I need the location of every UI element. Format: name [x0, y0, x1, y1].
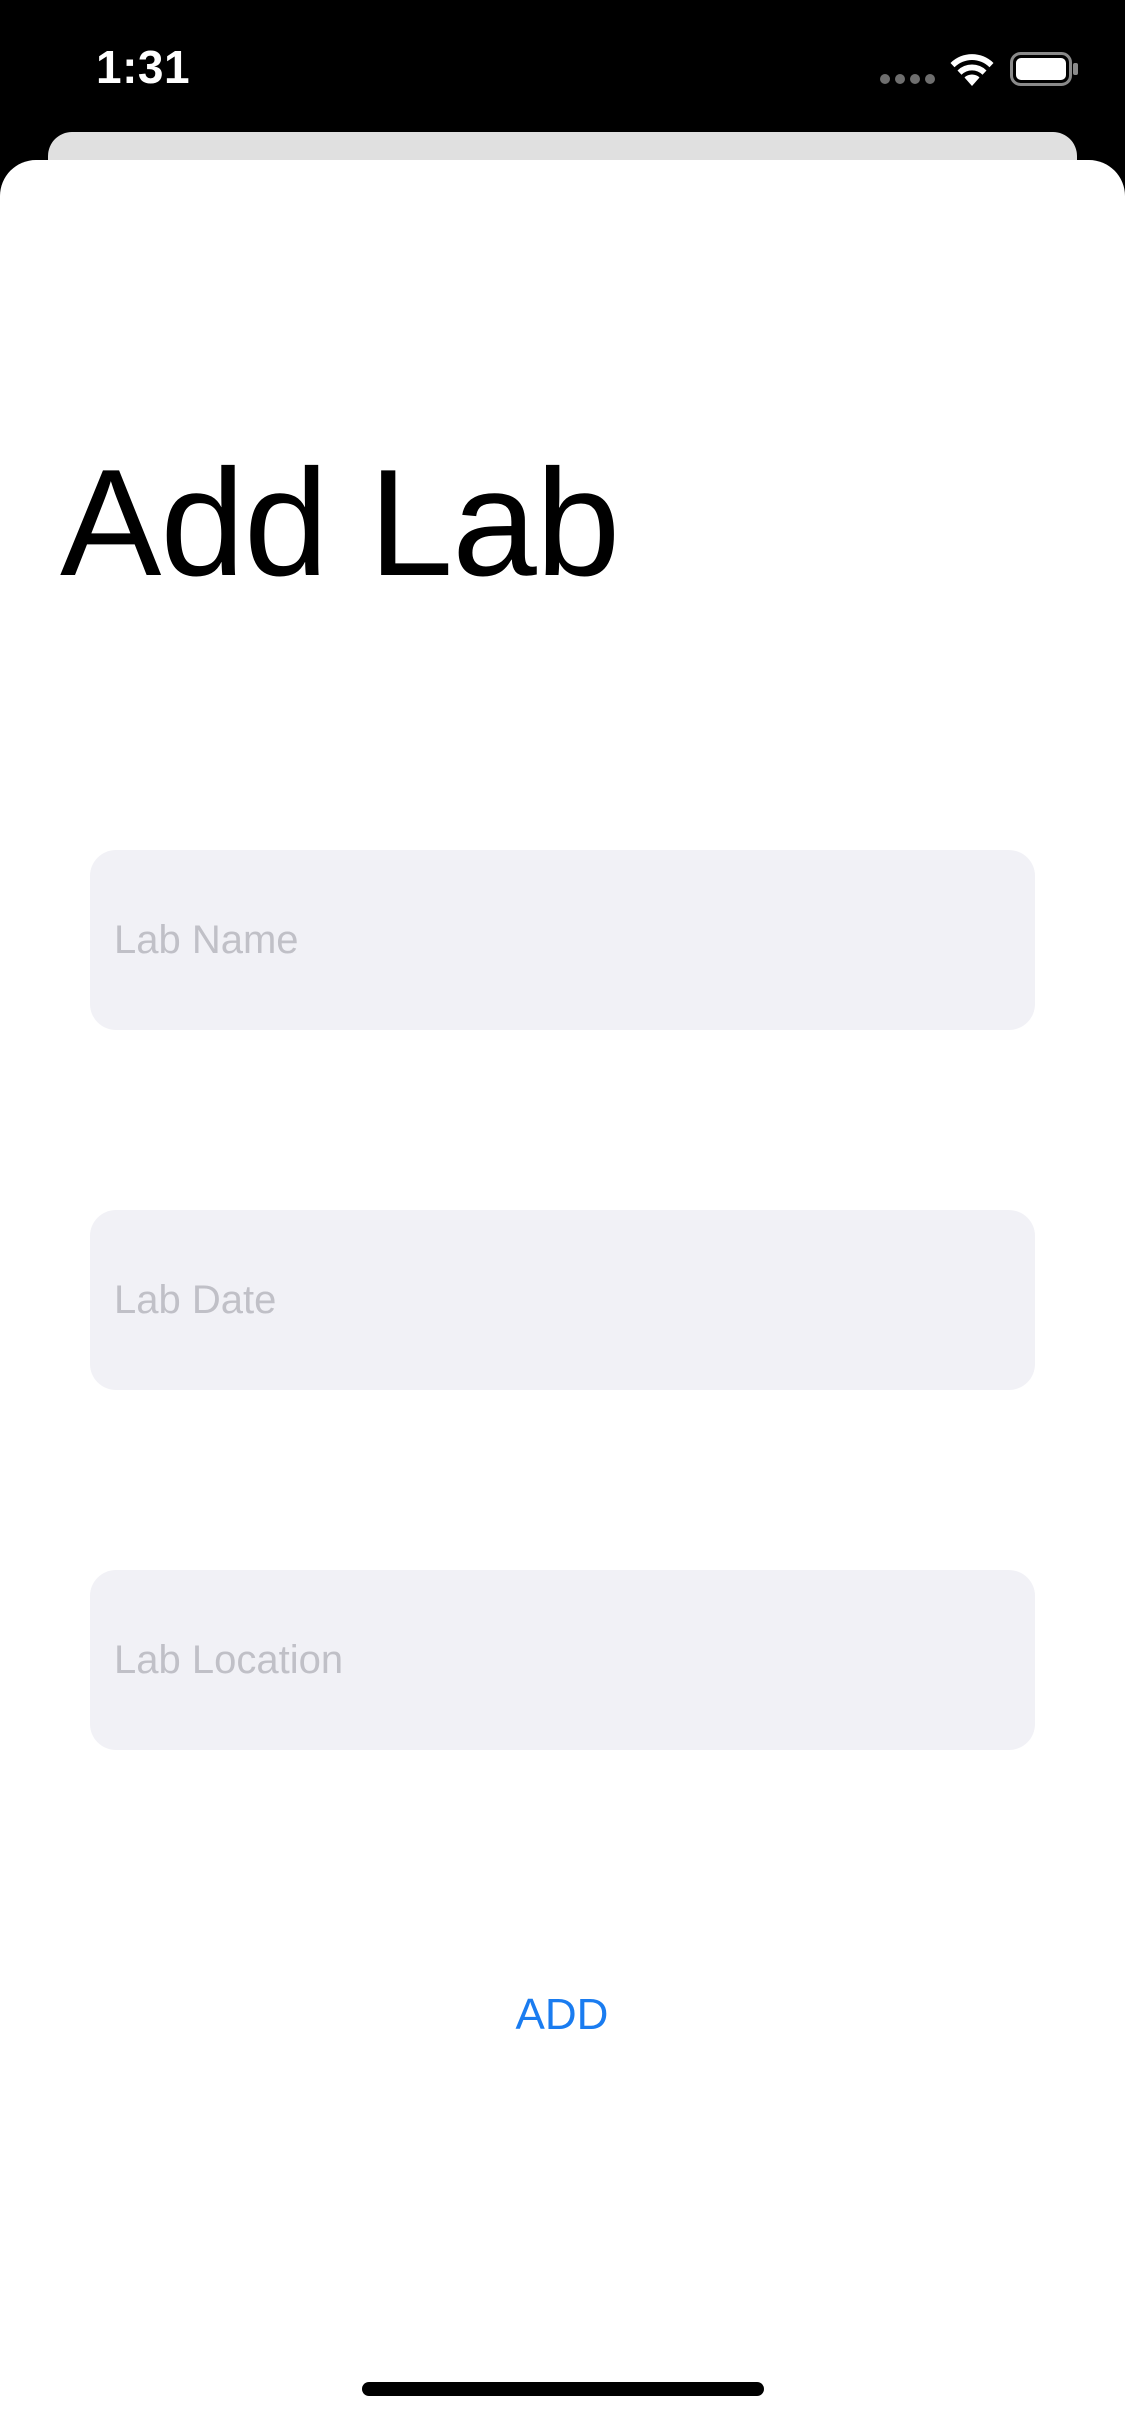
status-time: 1:31 — [96, 41, 191, 93]
lab-name-field[interactable] — [90, 850, 1035, 1030]
battery-icon — [1010, 52, 1078, 86]
lab-date-field[interactable] — [90, 1210, 1035, 1390]
lab-name-input[interactable] — [114, 917, 1011, 963]
lab-location-field[interactable] — [90, 1570, 1035, 1750]
add-button[interactable]: ADD — [462, 1970, 662, 2060]
screen: 1:31 Add Lab ADD — [0, 0, 1125, 2436]
signal-icon — [880, 74, 936, 86]
wifi-icon — [950, 54, 994, 86]
lab-location-input[interactable] — [114, 1637, 1011, 1683]
page-title: Add Lab — [60, 437, 620, 608]
lab-date-input[interactable] — [114, 1277, 1011, 1323]
home-indicator[interactable] — [362, 2382, 764, 2396]
add-lab-sheet: Add Lab ADD — [0, 160, 1125, 2436]
status-bar: 1:31 — [0, 0, 1125, 132]
